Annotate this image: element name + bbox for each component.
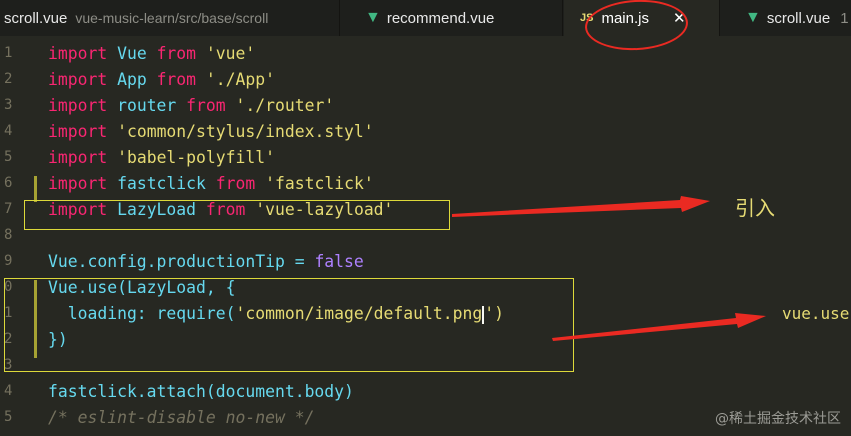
arrow-to-use-label [552, 313, 766, 341]
annotation-arrows [452, 196, 766, 341]
annotation-use-label: vue.use [782, 304, 850, 323]
annotation-import-label: 引入 [735, 196, 775, 220]
arrow-to-import-label [452, 196, 710, 217]
watermark: @稀土掘金技术社区 [715, 411, 841, 427]
